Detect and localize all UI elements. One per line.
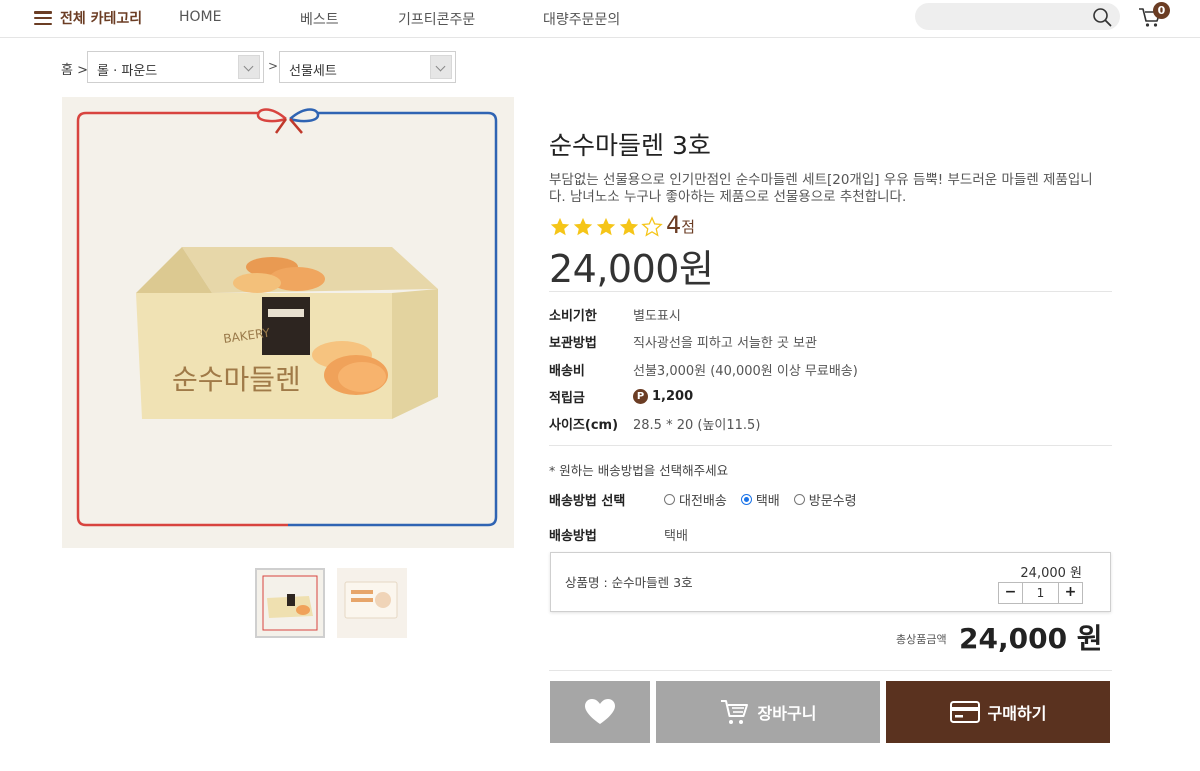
spec-value: 선불3,000원 (40,000원 이상 무료배송): [633, 364, 858, 379]
chevron-down-icon: [430, 55, 452, 79]
all-category-label: 전체 카테고리: [60, 11, 143, 27]
radio-label: 택배: [755, 494, 780, 509]
radio-button-selected[interactable]: [740, 494, 752, 505]
search-icon[interactable]: [1092, 7, 1112, 27]
hamburger-menu-icon: [34, 11, 52, 25]
spec-row-storage: 보관방법 직사광선을 피하고 서늘한 곳 보관: [549, 332, 817, 351]
point-icon: P: [633, 389, 648, 404]
product-main-image: BAKERY 순수마들렌: [62, 97, 514, 548]
nav-gifticon-order-link[interactable]: 기프티콘주문: [398, 9, 475, 29]
quantity-stepper: − 1 +: [998, 582, 1083, 604]
category-select-level2-value: 선물세트: [289, 64, 337, 79]
category-select-level1[interactable]: 롤 · 파운드: [87, 51, 264, 83]
spec-label: 배송비: [549, 364, 585, 379]
spec-row-size: 사이즈(cm) 28.5 * 20 (높이11.5): [549, 414, 760, 433]
add-to-cart-label: 장바구니: [757, 704, 817, 723]
buy-now-button[interactable]: 구매하기: [886, 681, 1110, 743]
quantity-input[interactable]: 1: [1022, 583, 1059, 603]
option-product-name: 상품명 : 순수마들렌 3호: [565, 575, 693, 590]
rating-value: 4: [666, 211, 682, 239]
breadcrumb-separator: >: [268, 59, 279, 73]
spec-label: 적립금: [549, 391, 585, 406]
cart-icon: [720, 700, 748, 724]
radio-button[interactable]: [793, 494, 805, 505]
all-category-button[interactable]: 전체 카테고리: [34, 8, 142, 28]
box-print-text: 순수마들렌: [172, 363, 301, 396]
shipping-option-parcel[interactable]: 택배: [740, 490, 780, 509]
product-price: 24,000원: [549, 247, 714, 291]
star-filled-icon: [573, 217, 593, 236]
shipping-option-pickup[interactable]: 방문수령: [793, 490, 857, 509]
breadcrumb-home-link[interactable]: 홈 >: [61, 59, 88, 78]
cart-button[interactable]: 0: [1137, 2, 1170, 32]
spec-value: P 1,200: [633, 387, 693, 406]
radio-label: 방문수령: [808, 494, 857, 509]
spec-label: 소비기한: [549, 309, 597, 324]
buy-now-label: 구매하기: [987, 704, 1047, 723]
divider: [549, 670, 1112, 671]
quantity-decrease-button[interactable]: −: [999, 583, 1022, 603]
product-rating: 4 점: [549, 212, 695, 238]
total-price-label: 총상품금액: [896, 633, 947, 646]
search-input[interactable]: [915, 3, 1120, 30]
chevron-down-icon: [238, 55, 260, 79]
radio-label: 대전배송: [679, 494, 727, 509]
option-price: 24,000 원: [1020, 566, 1082, 581]
star-filled-icon: [550, 217, 570, 236]
radio-button[interactable]: [664, 494, 675, 505]
product-title: 순수마들렌 3호: [549, 131, 711, 160]
spec-label: 사이즈(cm): [549, 418, 619, 433]
category-select-level1-value: 롤 · 파운드: [97, 64, 158, 79]
category-select-level2[interactable]: 선물세트: [279, 51, 456, 83]
spec-row-points: 적립금 P 1,200: [549, 387, 693, 406]
nav-home-link[interactable]: HOME: [179, 9, 221, 25]
product-thumbnail-1[interactable]: [255, 568, 325, 638]
star-empty-icon: [641, 216, 663, 237]
shipping-method-value: 택배: [664, 529, 688, 544]
spec-label: 보관방법: [549, 336, 597, 351]
star-filled-icon: [619, 217, 639, 236]
spec-value: 별도표시: [633, 309, 681, 324]
points-value: 1,200: [652, 389, 694, 404]
quantity-increase-button[interactable]: +: [1059, 583, 1082, 603]
shipping-select-label: 배송방법 선택: [549, 494, 626, 509]
star-filled-icon: [596, 217, 616, 236]
top-navigation-bar: 전체 카테고리 HOME 베스트 기프티콘주문 대량주문문의 0: [0, 0, 1200, 38]
credit-card-icon: [949, 701, 980, 723]
shipping-method-label: 배송방법: [549, 529, 597, 544]
shipping-method-radio-group: 대전배송 택배 방문수령: [664, 490, 857, 509]
spec-value: 직사광선을 피하고 서늘한 곳 보관: [633, 336, 817, 351]
nav-best-link[interactable]: 베스트: [300, 9, 339, 29]
shipping-note: * 원하는 배송방법을 선택해주세요: [549, 463, 729, 478]
divider: [549, 291, 1112, 292]
divider: [549, 445, 1112, 446]
heart-icon: [585, 699, 615, 724]
spec-value: 28.5 * 20 (높이11.5): [633, 418, 761, 433]
add-to-cart-button[interactable]: 장바구니: [656, 681, 880, 743]
nav-bulk-order-link[interactable]: 대량주문문의: [543, 9, 620, 29]
shipping-option-daejeon[interactable]: 대전배송: [664, 490, 727, 509]
product-description: 부담없는 선물용으로 인기만점인 순수마들렌 세트[20개입] 우유 듬뿍! 부…: [549, 172, 1093, 205]
rating-unit: 점: [681, 218, 696, 236]
product-thumbnail-2[interactable]: [337, 568, 407, 638]
total-price-value: 24,000 원: [959, 622, 1103, 655]
spec-row-expiry: 소비기한 별도표시: [549, 305, 681, 324]
selected-option-box: 상품명 : 순수마들렌 3호 24,000 원 − 1 +: [550, 552, 1111, 612]
spec-row-shipping-fee: 배송비 선불3,000원 (40,000원 이상 무료배송): [549, 360, 858, 379]
cart-count-badge: 0: [1153, 2, 1170, 19]
wishlist-button[interactable]: [550, 681, 650, 743]
